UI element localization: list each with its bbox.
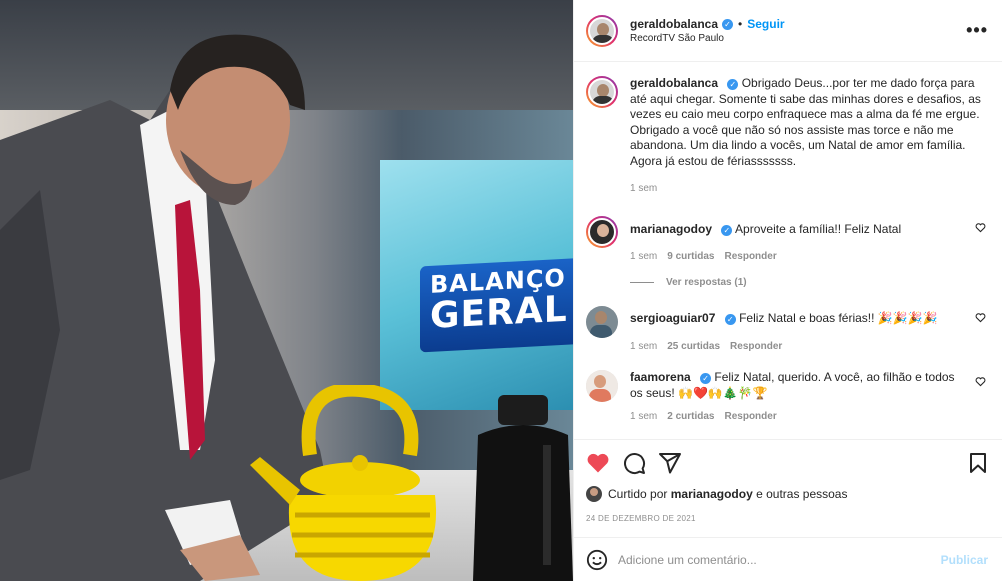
verified-badge-icon: ✓ [721, 225, 733, 236]
show-logo-line2: GERAL [430, 288, 568, 337]
like-heart-icon[interactable] [586, 451, 610, 475]
comment-text: Feliz Natal e boas férias!! 🎉🎉🎉🎉 [739, 310, 938, 325]
likes-prefix: Curtido por [608, 487, 668, 501]
share-send-icon[interactable] [658, 451, 682, 475]
liker-username[interactable]: marianagodoy [671, 487, 753, 501]
post-side-panel: geraldobalanca ✓ • Seguir RecordTV São P… [573, 0, 1002, 581]
follow-button[interactable]: Seguir [747, 17, 784, 31]
comment-item: marianagodoy ✓ Aproveite a família!! Fel… [586, 216, 988, 262]
likes-summary: Curtido por marianagodoy e outras pessoa… [586, 486, 988, 502]
caption-username[interactable]: geraldobalanca [630, 76, 718, 90]
comment-time[interactable]: 1 sem [630, 411, 657, 422]
reply-button[interactable]: Responder [724, 411, 776, 422]
view-replies-button[interactable]: Ver respostas (1) [630, 277, 988, 288]
show-logo: BALANÇO GERAL [420, 257, 573, 353]
comment-time[interactable]: 1 sem [630, 341, 657, 352]
verified-badge-icon: ✓ [727, 79, 739, 90]
comment-time[interactable]: 1 sem [630, 251, 657, 262]
comment-likes[interactable]: 2 curtidas [667, 411, 714, 422]
caption: geraldobalanca ✓ Obrigado Deus...por ter… [586, 76, 988, 194]
bookmark-icon[interactable] [968, 452, 988, 474]
verified-badge-icon: ✓ [724, 313, 736, 325]
reply-button[interactable]: Responder [730, 341, 782, 352]
post-date[interactable]: 24 DE DEZEMBRO DE 2021 [586, 514, 988, 523]
comment-bubble-icon[interactable] [622, 451, 646, 475]
commenter-avatar[interactable] [586, 370, 618, 402]
verified-badge-icon: ✓ [722, 18, 734, 30]
commenter-avatar[interactable] [586, 305, 618, 338]
comment-input[interactable] [618, 552, 941, 567]
comments-list[interactable]: geraldobalanca ✓ Obrigado Deus...por ter… [574, 62, 1002, 439]
emoji-icon[interactable] [586, 549, 608, 571]
post-location[interactable]: RecordTV São Paulo [630, 33, 966, 44]
reply-button[interactable]: Responder [724, 251, 776, 262]
author-info: geraldobalanca ✓ • Seguir RecordTV São P… [630, 17, 966, 44]
black-thermos [473, 395, 573, 581]
replies-line [630, 281, 654, 283]
comment-username[interactable]: faamorena [630, 370, 691, 384]
comment-like-heart-icon[interactable] [975, 376, 986, 387]
author-username[interactable]: geraldobalanca [630, 17, 718, 31]
add-comment-bar: Publicar [574, 537, 1002, 581]
comment-text: Aproveite a família!! Feliz Natal [735, 222, 902, 236]
post-header: geraldobalanca ✓ • Seguir RecordTV São P… [574, 0, 1002, 62]
comment-likes[interactable]: 25 curtidas [667, 341, 720, 352]
comment-likes[interactable]: 9 curtidas [667, 251, 714, 262]
instagram-post: BALANÇO GERAL geraldobalanca ✓ • Seguir … [0, 0, 1002, 581]
likes-suffix[interactable]: e outras pessoas [756, 487, 847, 501]
post-actions: Curtido por marianagodoy e outras pessoa… [574, 439, 1002, 523]
caption-time[interactable]: 1 sem [630, 183, 657, 194]
yellow-kettle [250, 385, 437, 581]
post-photo[interactable]: BALANÇO GERAL [0, 0, 573, 581]
comment-item: faamorena ✓ Feliz Natal, querido. A você… [586, 370, 988, 422]
comment-item: sergioaguiar07 ✓ Feliz Natal e boas féri… [586, 305, 988, 352]
liker-avatar[interactable] [586, 486, 602, 502]
author-avatar[interactable] [586, 14, 618, 47]
commenter-avatar[interactable] [586, 216, 618, 248]
comment-like-heart-icon[interactable] [975, 222, 986, 233]
more-options-icon[interactable]: ••• [966, 20, 988, 41]
comment-username[interactable]: sergioaguiar07 [630, 311, 715, 325]
view-replies-label: Ver respostas (1) [666, 276, 747, 288]
verified-badge-icon: ✓ [700, 373, 712, 384]
comment-username[interactable]: marianagodoy [630, 222, 712, 236]
comment-like-heart-icon[interactable] [975, 312, 986, 323]
author-avatar[interactable] [586, 76, 618, 108]
separator-dot: • [738, 17, 743, 31]
publish-button[interactable]: Publicar [941, 553, 988, 567]
